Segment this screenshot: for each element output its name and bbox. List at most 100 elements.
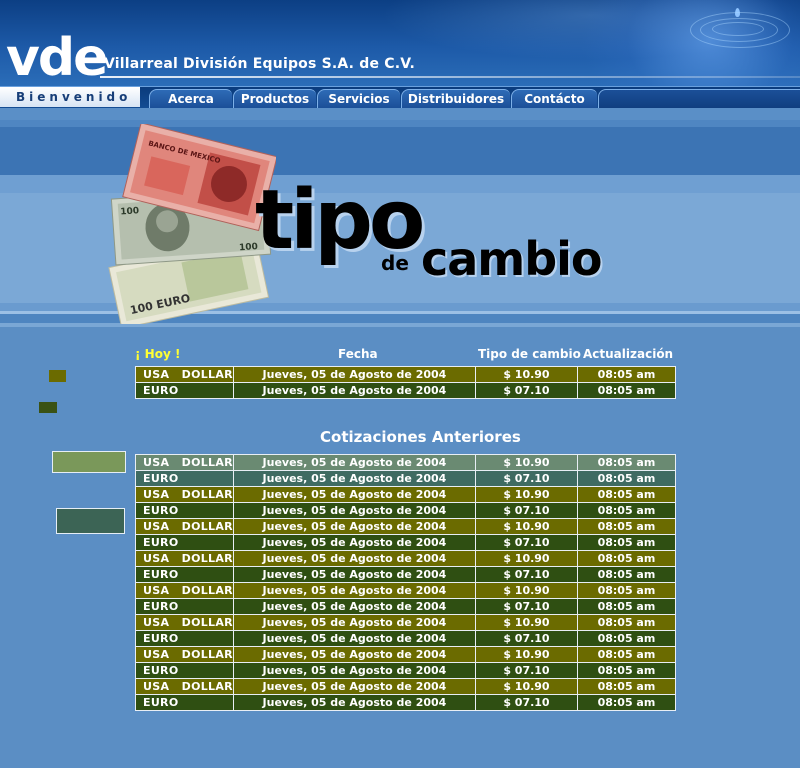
currency-cell: EURO xyxy=(135,534,234,551)
currency-cell: EURO xyxy=(135,662,234,679)
currency-cell: EURO xyxy=(135,382,234,399)
site-header: vde Villarreal División Equipos S.A. de … xyxy=(0,0,800,86)
currency-cell: EURO xyxy=(135,566,234,583)
rate-cell: $ 07.10 xyxy=(474,470,578,487)
table-row: USA DOLLAR Jueves, 05 de Agosto de 2004 $ … xyxy=(135,582,676,599)
table-row: EURO Jueves, 05 de Agosto de 2004 $ 07.10 0… xyxy=(135,694,676,711)
date-cell: Jueves, 05 de Agosto de 2004 xyxy=(232,566,476,583)
tab-servicios[interactable]: Servicios xyxy=(317,89,400,108)
time-cell: 08:05 am xyxy=(576,382,676,399)
rate-cell: $ 10.90 xyxy=(474,518,578,535)
time-cell: 08:05 am xyxy=(576,630,676,647)
date-cell: Jueves, 05 de Agosto de 2004 xyxy=(232,662,476,679)
today-rates-table: USA DOLLAR Jueves, 05 de Agosto de 2004 … xyxy=(135,366,676,399)
rate-cell: $ 10.90 xyxy=(474,550,578,567)
table-row: USA DOLLAR Jueves, 05 de Agosto de 2004 $ … xyxy=(135,646,676,663)
nav-tab-spacer xyxy=(598,89,800,108)
tab-acerca[interactable]: Acerca xyxy=(149,89,232,108)
currency-cell: USA DOLLAR xyxy=(135,518,234,535)
usd-color-swatch xyxy=(49,370,66,382)
rate-cell: $ 07.10 xyxy=(474,630,578,647)
table-row: EURO Jueves, 05 de Agosto de 2004 $ 07.10 0… xyxy=(135,470,676,487)
page-title-de: de xyxy=(381,251,409,275)
table-row: EURO Jueves, 05 de Agosto de 2004 $ 07.10 0… xyxy=(135,630,676,647)
rate-cell: $ 10.90 xyxy=(474,366,578,383)
rate-cell: $ 10.90 xyxy=(474,582,578,599)
logo[interactable]: vde xyxy=(6,32,108,84)
date-cell: Jueves, 05 de Agosto de 2004 xyxy=(232,518,476,535)
date-cell: Jueves, 05 de Agosto de 2004 xyxy=(232,534,476,551)
date-cell: Jueves, 05 de Agosto de 2004 xyxy=(232,486,476,503)
rate-cell: $ 07.10 xyxy=(474,382,578,399)
date-cell: Jueves, 05 de Agosto de 2004 xyxy=(232,694,476,711)
currency-cell: USA DOLLAR xyxy=(135,614,234,631)
previous-quotes-title: Cotizaciones Anteriores xyxy=(320,428,521,446)
table-row: EURO Jueves, 05 de Agosto de 2004 $ 07.10 0… xyxy=(135,566,676,583)
table-row: USA DOLLAR Jueves, 05 de Agosto de 2004 $ … xyxy=(135,486,676,503)
rate-cell: $ 07.10 xyxy=(474,598,578,615)
time-cell: 08:05 am xyxy=(576,694,676,711)
table-row: USA DOLLAR Jueves, 05 de Agosto de 2004 $ … xyxy=(135,550,676,567)
time-cell: 08:05 am xyxy=(576,582,676,599)
time-cell: 08:05 am xyxy=(576,678,676,695)
rate-cell: $ 10.90 xyxy=(474,646,578,663)
table-row: EURO Jueves, 05 de Agosto de 2004 $ 07.10 0… xyxy=(135,534,676,551)
column-header-tipo-de-cambio: Tipo de cambio xyxy=(478,347,581,361)
table-row: USA DOLLAR Jueves, 05 de Agosto de 2004 $ … xyxy=(135,614,676,631)
company-name: Villarreal División Equipos S.A. de C.V. xyxy=(104,56,416,72)
header-divider xyxy=(100,76,800,78)
currency-cell: USA DOLLAR xyxy=(135,366,234,383)
date-cell: Jueves, 05 de Agosto de 2004 xyxy=(232,470,476,487)
banner-band xyxy=(0,108,800,120)
date-cell: Jueves, 05 de Agosto de 2004 xyxy=(232,454,476,471)
euro-highlight-swatch xyxy=(56,508,125,534)
date-cell: Jueves, 05 de Agosto de 2004 xyxy=(232,366,476,383)
currency-cell: USA DOLLAR xyxy=(135,486,234,503)
date-cell: Jueves, 05 de Agosto de 2004 xyxy=(232,630,476,647)
currency-cell: EURO xyxy=(135,502,234,519)
time-cell: 08:05 am xyxy=(576,662,676,679)
date-cell: Jueves, 05 de Agosto de 2004 xyxy=(232,598,476,615)
time-cell: 08:05 am xyxy=(576,598,676,615)
rate-cell: $ 10.90 xyxy=(474,678,578,695)
page-title-tipo: tipo xyxy=(255,173,425,268)
currency-cell: USA DOLLAR xyxy=(135,678,234,695)
tab-contacto[interactable]: Contácto xyxy=(511,89,597,108)
nav-welcome[interactable]: Bienvenido xyxy=(0,87,140,107)
time-cell: 08:05 am xyxy=(576,454,676,471)
table-row: USA DOLLAR Jueves, 05 de Agosto de 2004 … xyxy=(135,366,676,383)
time-cell: 08:05 am xyxy=(576,518,676,535)
currency-cell: EURO xyxy=(135,598,234,615)
currency-cell: USA DOLLAR xyxy=(135,646,234,663)
tab-distribuidores[interactable]: Distribuidores xyxy=(401,89,510,108)
currency-cell: USA DOLLAR xyxy=(135,454,234,471)
date-cell: Jueves, 05 de Agosto de 2004 xyxy=(232,582,476,599)
date-cell: Jueves, 05 de Agosto de 2004 xyxy=(232,678,476,695)
rate-cell: $ 10.90 xyxy=(474,614,578,631)
table-row: EURO Jueves, 05 de Agosto de 2004 $ 07.10 0… xyxy=(135,662,676,679)
date-cell: Jueves, 05 de Agosto de 2004 xyxy=(232,382,476,399)
date-cell: Jueves, 05 de Agosto de 2004 xyxy=(232,502,476,519)
currency-cell: EURO xyxy=(135,694,234,711)
tab-productos[interactable]: Productos xyxy=(233,89,316,108)
time-cell: 08:05 am xyxy=(576,470,676,487)
ripple-decoration xyxy=(690,12,790,48)
column-header-actualizacion: Actualización xyxy=(583,347,674,361)
time-cell: 08:05 am xyxy=(576,534,676,551)
table-row: EURO Jueves, 05 de Agosto de 2004 $ 07.10 0… xyxy=(135,502,676,519)
time-cell: 08:05 am xyxy=(576,366,676,383)
time-cell: 08:05 am xyxy=(576,646,676,663)
table-row: EURO Jueves, 05 de Agosto de 2004 $ 07.1… xyxy=(135,382,676,399)
time-cell: 08:05 am xyxy=(576,550,676,567)
previous-rates-table: USA DOLLAR Jueves, 05 de Agosto de 2004 $ … xyxy=(135,454,676,711)
usd-highlight-swatch xyxy=(52,451,126,473)
currency-cell: EURO xyxy=(135,630,234,647)
date-cell: Jueves, 05 de Agosto de 2004 xyxy=(232,550,476,567)
rate-cell: $ 10.90 xyxy=(474,486,578,503)
rate-cell: $ 07.10 xyxy=(474,694,578,711)
time-cell: 08:05 am xyxy=(576,486,676,503)
svg-text:100: 100 xyxy=(120,206,139,217)
currency-cell: USA DOLLAR xyxy=(135,582,234,599)
rate-cell: $ 07.10 xyxy=(474,662,578,679)
rate-cell: $ 10.90 xyxy=(474,454,578,471)
